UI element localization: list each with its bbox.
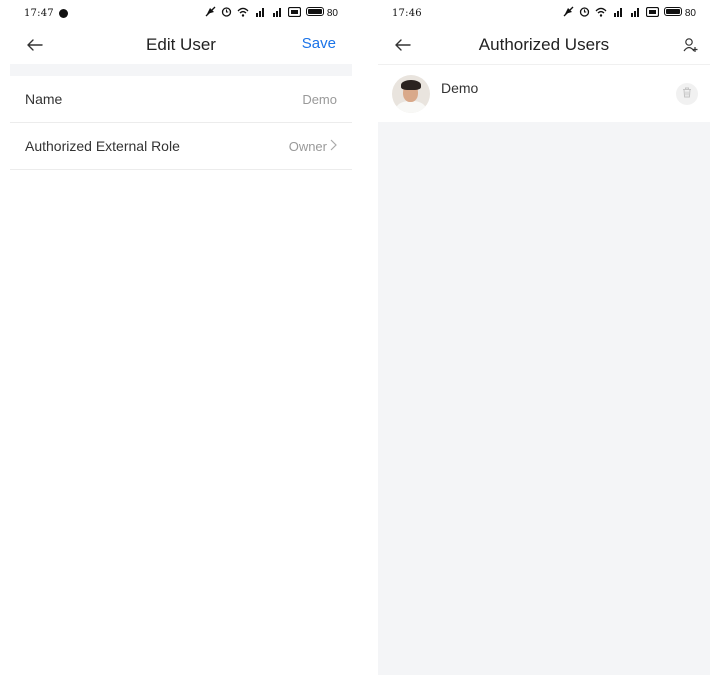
back-arrow-icon[interactable]	[24, 34, 46, 56]
battery-indicator: 80	[664, 7, 696, 19]
list-item[interactable]: Demo	[378, 64, 710, 122]
hd-icon	[287, 6, 302, 20]
role-value: Owner	[289, 139, 337, 154]
battery-level: 80	[684, 8, 696, 19]
avatar	[392, 74, 430, 113]
back-arrow-icon[interactable]	[392, 34, 414, 56]
battery-icon	[664, 7, 683, 16]
page-title: Authorized Users	[478, 35, 610, 54]
alarm-icon	[221, 6, 232, 20]
status-icons: 80	[205, 6, 338, 20]
wifi-icon	[595, 7, 607, 20]
navigation-bar: Authorized Users	[378, 26, 710, 64]
name-value-text: Demo	[302, 91, 337, 107]
alarm-icon	[579, 6, 590, 20]
user-name: Demo	[441, 79, 479, 96]
name-row[interactable]: Name Demo	[10, 76, 352, 123]
trash-icon	[682, 85, 692, 103]
avatar-body-shape	[396, 100, 426, 113]
battery-icon	[306, 7, 325, 16]
notification-dot-icon	[58, 8, 68, 18]
edit-user-screen: 17:47 80 Edit User Save Name Demo Author…	[10, 0, 352, 675]
authorized-users-screen: 17:46 80 Authorized Users Demo	[378, 0, 710, 675]
page-title: Edit User	[146, 35, 216, 54]
name-label: Name	[25, 91, 63, 107]
delete-user-button[interactable]	[676, 82, 698, 105]
battery-indicator: 80	[306, 7, 338, 19]
mute-icon	[205, 6, 216, 20]
wifi-icon	[237, 7, 249, 20]
save-button[interactable]: Save	[302, 35, 336, 52]
status-time: 17:46	[392, 7, 422, 19]
hd-icon	[645, 6, 660, 20]
section-divider	[10, 64, 352, 76]
avatar-hair-shape	[401, 79, 421, 90]
name-value: Demo	[302, 92, 337, 107]
role-label: Authorized External Role	[25, 138, 180, 154]
status-time: 17:47	[24, 7, 54, 19]
chevron-right-icon	[330, 139, 337, 154]
signal-2-icon	[629, 7, 641, 20]
navigation-bar: Edit User Save	[10, 26, 352, 64]
status-bar: 17:46 80	[378, 0, 710, 26]
signal-1-icon	[612, 7, 624, 20]
signal-2-icon	[271, 7, 283, 20]
status-icons: 80	[563, 6, 696, 20]
role-value-text: Owner	[288, 138, 327, 154]
battery-level: 80	[326, 8, 338, 19]
status-bar: 17:47 80	[10, 0, 352, 26]
mute-icon	[563, 6, 574, 20]
signal-1-icon	[254, 7, 266, 20]
add-user-icon[interactable]	[680, 34, 702, 56]
role-row[interactable]: Authorized External Role Owner	[10, 123, 352, 170]
